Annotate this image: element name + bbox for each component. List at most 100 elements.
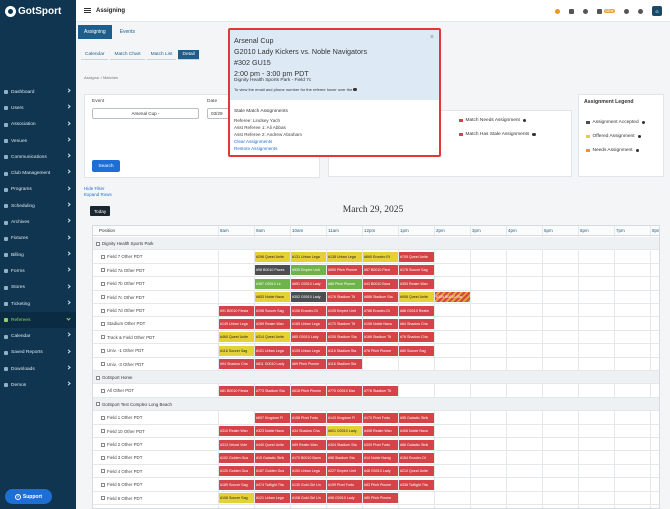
row-label[interactable]: Stadium Other PDT [101,321,145,326]
match-block[interactable]: #187 Golden Gus [255,466,290,477]
row-checkbox[interactable] [96,402,100,407]
chat-icon[interactable] [624,8,629,14]
row-label[interactable]: GotSport Home [96,375,133,380]
match-block[interactable]: #170 Stadium Tit [327,318,362,329]
match-block[interactable]: #88 Pitch Pionee [327,278,362,289]
match-block[interactable]: #98 G0010 Lady [327,493,362,504]
match-block[interactable]: #170 Pixel Fortu [363,412,398,423]
row-label[interactable]: Field 7d Other PDT [101,308,145,313]
match-block[interactable]: #115 Stadium Sta [327,345,362,356]
info-icon[interactable] [522,118,527,123]
match-block[interactable]: #76 Shadow Cha [399,332,434,343]
mail-icon[interactable] [596,8,602,14]
match-block[interactable]: #121 Urban Lega [255,493,290,504]
row-label[interactable]: Field 5 Other PDT [101,482,142,487]
row-checkbox[interactable] [101,455,105,460]
match-block[interactable]: #58 Stadium Sta [327,452,362,463]
match-block[interactable]: #387 G0010 Le [255,278,290,289]
match-block[interactable]: #116 Stadium Sta [327,359,362,370]
row-label[interactable]: Field 3 Other PDT [101,455,142,460]
match-block[interactable]: #64 Shadow Cha [399,318,434,329]
match-block[interactable]: #697 Kingdom Fi [255,412,290,423]
match-block[interactable]: #811 G0010 Lady [255,359,290,370]
match-block[interactable]: #227 Empire Unit [327,466,362,477]
row-checkbox[interactable] [101,295,105,300]
info-icon[interactable] [637,134,642,139]
match-block[interactable]: #100 Urban Lega [291,466,326,477]
match-block[interactable]: #309 Pixel Fortu [363,439,398,450]
row-label[interactable]: Field 7b Other PDT [101,281,145,286]
row-checkbox[interactable] [101,482,105,487]
match-block[interactable]: #105 Urban Lega [291,345,326,356]
match-block[interactable]: #786 Enzotro Di [363,305,398,316]
sidebar-item-calendar[interactable]: Calendar [0,328,76,344]
help-icon[interactable] [554,8,560,14]
match-block[interactable]: #158 Pixel Fortu [291,412,326,423]
match-block[interactable]: #601 G0010 Lady [327,426,362,437]
match-block[interactable]: #102 Golden Gus [219,452,254,463]
match-block[interactable]: #130 Gold Girl Un [291,479,326,490]
sidebar-item-referees[interactable]: Referees [0,312,76,329]
match-block[interactable]: #165 Urban Lega [291,318,326,329]
match-block[interactable]: #116 Soccer Sag [219,345,254,356]
match-block[interactable]: #170 B0010 Bann [291,452,326,463]
match-block[interactable]: #205 Stadium Sta [327,332,362,343]
search-button[interactable]: Search [92,160,120,172]
tab-match-list[interactable]: Match List [146,50,177,60]
match-block[interactable]: #88 G0010 Realm [399,305,434,316]
match-block[interactable]: #198 Soccer Sag [255,305,290,316]
row-checkbox[interactable] [101,308,105,313]
match-block[interactable]: #143 Kingdom Fi [327,412,362,423]
match-block[interactable]: #189 Soccer Sag [219,479,254,490]
info-icon[interactable] [532,132,536,137]
row-checkbox[interactable] [96,375,100,380]
sidebar-item-programs[interactable]: Programs [0,182,76,198]
match-block[interactable]: #120 Golden Gus [219,466,254,477]
match-block[interactable]: #309 B0010 Sta [435,292,470,303]
match-block[interactable]: #166 Stadium Tit [363,332,398,343]
match-block[interactable]: #705 Quest Unite [399,251,434,262]
row-checkbox[interactable] [101,442,105,447]
row-label[interactable]: Field 6 Other PDT [101,496,142,501]
row-label[interactable]: Track & Field Other PDT [101,335,155,340]
match-block[interactable]: #80 Pitch Pionee [363,493,398,504]
sidebar-item-downloads[interactable]: Downloads [0,361,76,377]
tab-match-chart[interactable]: Match Chart [110,50,145,60]
sidebar-item-communications[interactable]: Communications [0,149,76,165]
match-block[interactable]: #106 Soccer Sag [219,493,254,504]
row-checkbox[interactable] [101,281,105,286]
match-block[interactable]: #853 Noble Nava [255,292,290,303]
sidebar-item-fixtures[interactable]: Fixtures [0,231,76,247]
match-block[interactable]: #518 Pitch Pionee [291,385,326,396]
sidebar-item-forms[interactable]: Forms [0,263,76,279]
row-label[interactable]: Field 7c Other PDT [101,295,145,300]
sidebar-item-billing[interactable]: Billing [0,247,76,263]
match-block[interactable]: #106 Noble Nava [363,318,398,329]
tab-detail[interactable]: Detail [178,50,199,60]
sidebar-item-dashboard[interactable]: Dashboard [0,84,76,100]
match-block[interactable]: #138 Urban Lega [327,251,362,262]
sidebar-item-archives[interactable]: Archives [0,214,76,230]
expand-rows-link[interactable]: Expand Rows [84,192,112,198]
match-block[interactable]: #353 Realm Wan [399,278,434,289]
row-label[interactable]: Field 7 Other PDT [101,254,142,259]
match-block[interactable]: #83 Pitch Pionee [363,479,398,490]
row-checkbox[interactable] [101,469,105,474]
sidebar-item-scheduling[interactable]: Scheduling [0,198,76,214]
avatar[interactable]: G [652,6,662,16]
row-label[interactable]: All Other PDT [101,388,134,393]
match-block[interactable]: #131 Urban Lega [291,251,326,262]
match-block[interactable]: #149 Urban Lega [219,318,254,329]
match-block[interactable]: #474 Twilight Tita [255,479,290,490]
match-block[interactable]: #313 Velord Vole [219,439,254,450]
match-block[interactable]: #296 Quest Unite [255,251,290,262]
breadcrumb-root[interactable]: Assignor [84,75,100,80]
match-block[interactable]: #860 Enzotro Et [363,251,398,262]
row-checkbox[interactable] [101,496,105,501]
match-block[interactable]: #770 G0010 Mar [327,385,362,396]
match-block[interactable]: #98 B0010 Paces [255,265,290,276]
match-block[interactable]: #908 Quest Unite [399,292,434,303]
match-block[interactable]: #269 Realm Wan [255,318,290,329]
row-label[interactable]: Dignity Health Sports Park [96,241,154,246]
match-block[interactable]: #86 Galactic Strik [399,439,434,450]
